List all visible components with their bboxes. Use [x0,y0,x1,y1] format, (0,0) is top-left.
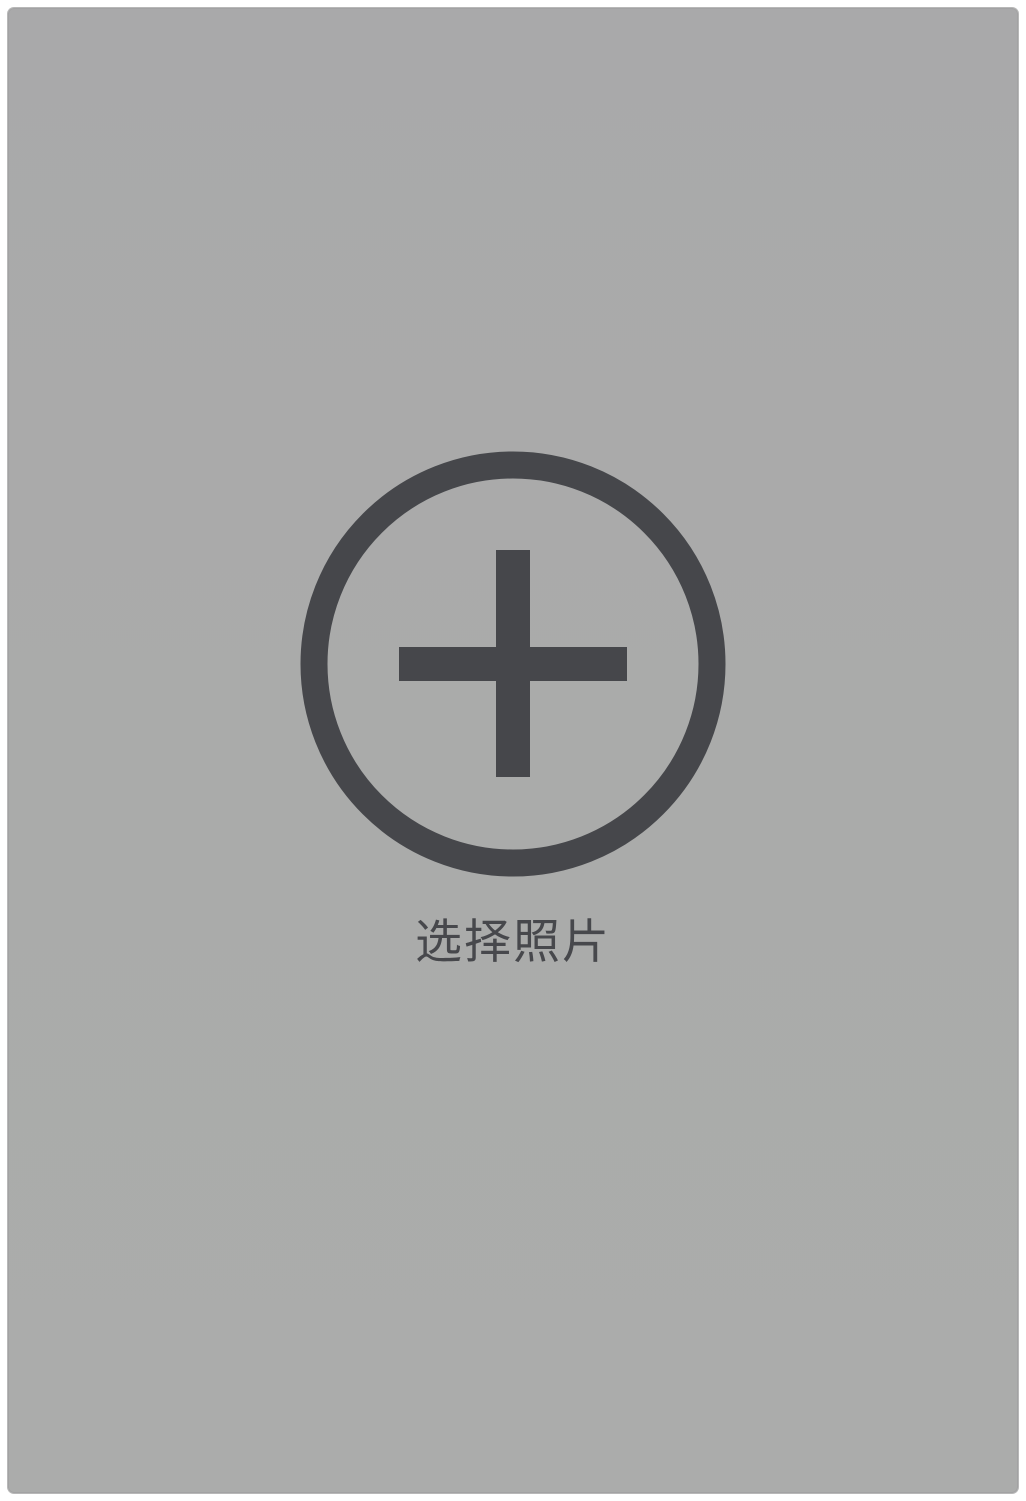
select-photo-label: 选择照片 [415,915,611,970]
plus-circle-icon [300,451,726,877]
photo-picker-button[interactable]: 选择照片 [8,8,1018,1493]
